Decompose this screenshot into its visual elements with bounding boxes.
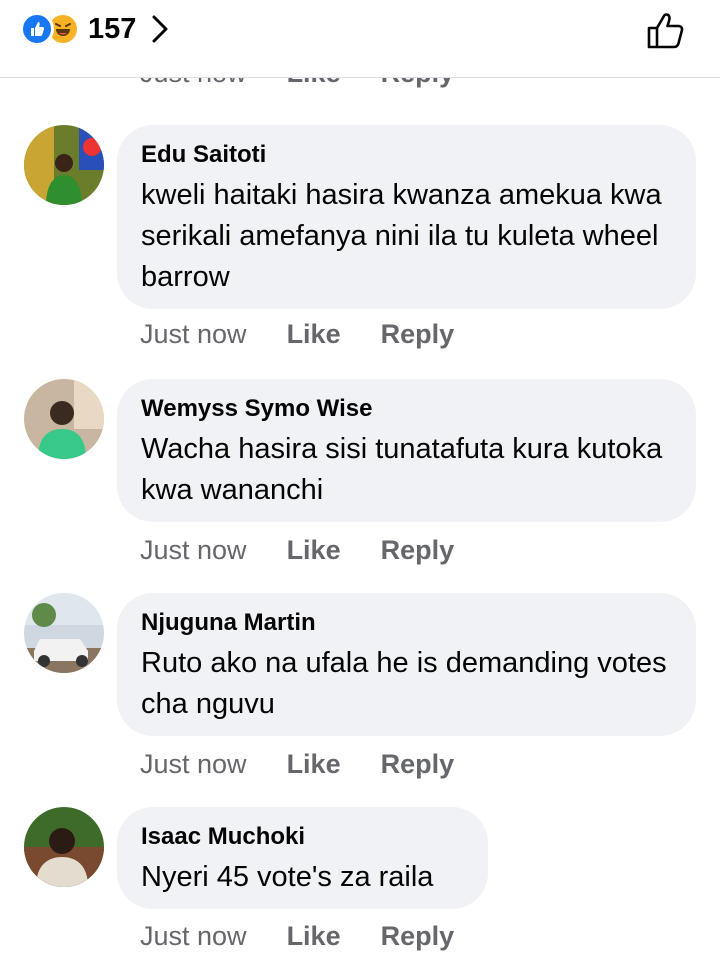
thumbs-up-icon	[647, 13, 684, 49]
avatar[interactable]	[24, 379, 104, 459]
comment-bubble[interactable]: Edu Saitoti kweli haitaki hasira kwanza …	[117, 125, 696, 309]
reply-comment-button[interactable]: Reply	[381, 921, 455, 952]
comment-author[interactable]: Wemyss Symo Wise	[141, 395, 672, 423]
like-comment-button[interactable]: Like	[287, 921, 341, 952]
like-comment-button[interactable]: Like	[287, 749, 341, 780]
comment-timestamp: Just now	[140, 921, 247, 951]
like-comment-button[interactable]: Like	[287, 535, 341, 566]
comment-author[interactable]: Edu Saitoti	[141, 141, 672, 169]
comment-author[interactable]: Njuguna Martin	[141, 609, 672, 637]
comment-text: kweli haitaki hasira kwanza amekua kwa s…	[141, 179, 662, 293]
comment-author[interactable]: Isaac Muchoki	[141, 823, 464, 851]
reply-comment-button[interactable]: Reply	[381, 319, 455, 350]
comment-timestamp: Just now	[140, 535, 247, 565]
comment-bubble[interactable]: Wemyss Symo Wise Wacha hasira sisi tunat…	[117, 379, 696, 522]
comment-text: Wacha hasira sisi tunatafuta kura kutoka…	[141, 433, 663, 506]
reaction-count: 157	[88, 12, 137, 45]
reactions-header: 157	[0, 0, 720, 78]
reply-comment-button[interactable]: Reply	[381, 749, 455, 780]
like-reaction-icon	[20, 12, 54, 46]
avatar[interactable]	[24, 593, 104, 673]
comment-timestamp: Just now	[140, 749, 247, 779]
like-comment-button[interactable]: Like	[287, 319, 341, 350]
avatar[interactable]	[24, 807, 104, 887]
chevron-right-icon[interactable]	[150, 14, 170, 44]
reply-comment-button[interactable]: Reply	[381, 535, 455, 566]
comment-text: Nyeri 45 vote's za raila	[141, 861, 434, 893]
comment-timestamp: Just now	[140, 319, 247, 349]
avatar[interactable]	[24, 125, 104, 205]
comment-text: Ruto ako na ufala he is demanding votes …	[141, 647, 667, 720]
comment-bubble[interactable]: Isaac Muchoki Nyeri 45 vote's za raila	[117, 807, 488, 909]
like-post-button[interactable]	[645, 8, 689, 52]
reaction-summary[interactable]: 157	[20, 12, 170, 46]
comment-bubble[interactable]: Njuguna Martin Ruto ako na ufala he is d…	[117, 593, 696, 736]
